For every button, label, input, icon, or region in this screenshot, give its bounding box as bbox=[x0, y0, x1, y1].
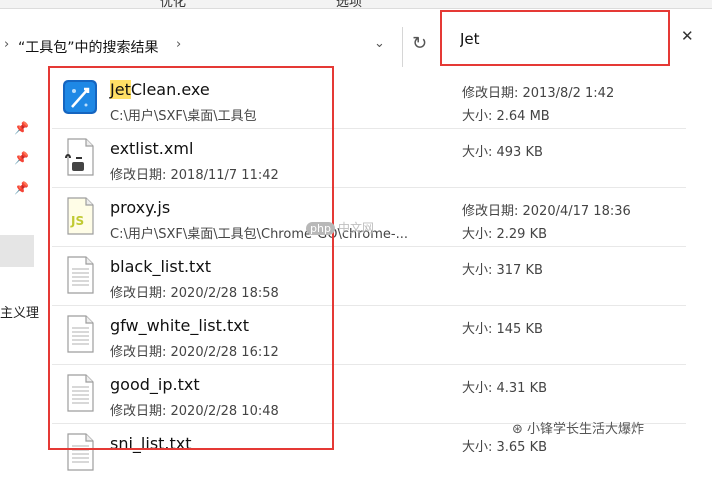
search-results-list: JetClean.exe C:\用户\SXF\桌面\工具包 修改日期: 2013… bbox=[52, 70, 712, 471]
pin-icon[interactable]: 📌 bbox=[14, 121, 29, 135]
chevron-down-icon[interactable]: ⌄ bbox=[374, 36, 385, 51]
watermark-php-text: 中文网 bbox=[337, 221, 374, 235]
nav-selected-item[interactable] bbox=[0, 235, 34, 267]
file-name-rest: extlist.xml bbox=[110, 139, 194, 158]
text-file-icon bbox=[67, 315, 94, 353]
close-icon[interactable]: ✕ bbox=[681, 27, 694, 45]
file-size: 大小: 145 KB bbox=[462, 322, 543, 337]
file-size: 大小: 4.31 KB bbox=[462, 381, 548, 396]
file-size: 大小: 2.64 MB bbox=[462, 109, 550, 124]
file-name-rest: sni_list.txt bbox=[110, 434, 192, 453]
file-name-rest: gfw_white_list.txt bbox=[110, 316, 249, 335]
file-name[interactable]: gfw_white_list.txt bbox=[110, 316, 249, 335]
chevron-right-icon[interactable]: › bbox=[176, 37, 181, 52]
list-item[interactable]: black_list.txt 修改日期: 2020/2/28 18:58 大小:… bbox=[52, 247, 686, 306]
list-item[interactable]: JetClean.exe C:\用户\SXF\桌面\工具包 修改日期: 2013… bbox=[52, 70, 686, 129]
file-modified: 修改日期: 2020/2/28 10:48 bbox=[110, 404, 279, 419]
file-name-rest: black_list.txt bbox=[110, 257, 212, 276]
php-badge: php bbox=[306, 222, 335, 235]
watermark-wechat-text: 小锋学长生活大爆炸 bbox=[527, 422, 645, 437]
file-size: 大小: 317 KB bbox=[462, 263, 543, 278]
file-name[interactable]: good_ip.txt bbox=[110, 375, 200, 394]
text-file-icon bbox=[67, 256, 94, 294]
text-file-icon bbox=[67, 433, 94, 471]
list-item[interactable]: gfw_white_list.txt 修改日期: 2020/2/28 16:12… bbox=[52, 306, 686, 365]
jetclean-app-icon bbox=[63, 80, 97, 114]
divider bbox=[402, 27, 403, 67]
breadcrumb[interactable]: “工具包”中的搜索结果 bbox=[18, 37, 159, 57]
ribbon-strip: 优化 选项 bbox=[0, 0, 712, 10]
nav-item-label[interactable]: 主义理 bbox=[0, 302, 39, 321]
file-size: 大小: 493 KB bbox=[462, 145, 543, 160]
file-modified: 修改日期: 2020/4/17 18:36 bbox=[462, 204, 631, 219]
file-modified: 修改日期: 2013/8/2 1:42 bbox=[462, 86, 615, 101]
chevron-right-icon[interactable]: › bbox=[4, 37, 9, 52]
watermark-php: php 中文网 bbox=[306, 219, 374, 236]
text-file-icon bbox=[67, 374, 94, 412]
search-match-highlight: Jet bbox=[110, 80, 131, 99]
file-size: 大小: 3.65 KB bbox=[462, 440, 548, 455]
svg-text:JS: JS bbox=[70, 214, 84, 228]
file-name[interactable]: JetClean.exe bbox=[110, 80, 210, 99]
list-item[interactable]: good_ip.txt 修改日期: 2020/2/28 10:48 大小: 4.… bbox=[52, 365, 686, 424]
search-input[interactable] bbox=[460, 29, 650, 49]
file-size: 大小: 2.29 KB bbox=[462, 227, 548, 242]
file-name-rest: Clean.exe bbox=[130, 80, 210, 99]
pin-icon[interactable]: 📌 bbox=[14, 151, 29, 165]
file-name[interactable]: black_list.txt bbox=[110, 257, 211, 276]
list-item[interactable]: extlist.xml 修改日期: 2018/11/7 11:42 大小: 49… bbox=[52, 129, 686, 188]
file-modified: 修改日期: 2020/2/28 16:12 bbox=[110, 345, 279, 360]
file-path: C:\用户\SXF\桌面\工具包 bbox=[110, 109, 257, 124]
js-file-icon: JS bbox=[67, 197, 94, 235]
file-name[interactable]: extlist.xml bbox=[110, 139, 193, 158]
file-modified: 修改日期: 2020/2/28 18:58 bbox=[110, 286, 279, 301]
refresh-icon[interactable]: ↻ bbox=[412, 33, 427, 54]
navigation-pane: 📌 📌 📌 主义理 bbox=[0, 66, 46, 460]
search-box[interactable] bbox=[440, 10, 670, 66]
list-item[interactable]: JS proxy.js C:\用户\SXF\桌面\工具包\Chrome-GO\c… bbox=[52, 188, 686, 247]
file-modified: 修改日期: 2018/11/7 11:42 bbox=[110, 168, 279, 183]
file-name[interactable]: sni_list.txt bbox=[110, 434, 192, 453]
file-name-rest: good_ip.txt bbox=[110, 375, 200, 394]
watermark-wechat: ⊛ 小锋学长生活大爆炸 bbox=[512, 422, 645, 437]
file-name-rest: proxy.js bbox=[110, 198, 171, 217]
file-name[interactable]: proxy.js bbox=[110, 198, 170, 217]
pin-icon[interactable]: 📌 bbox=[14, 181, 29, 195]
xml-file-icon bbox=[65, 138, 94, 176]
